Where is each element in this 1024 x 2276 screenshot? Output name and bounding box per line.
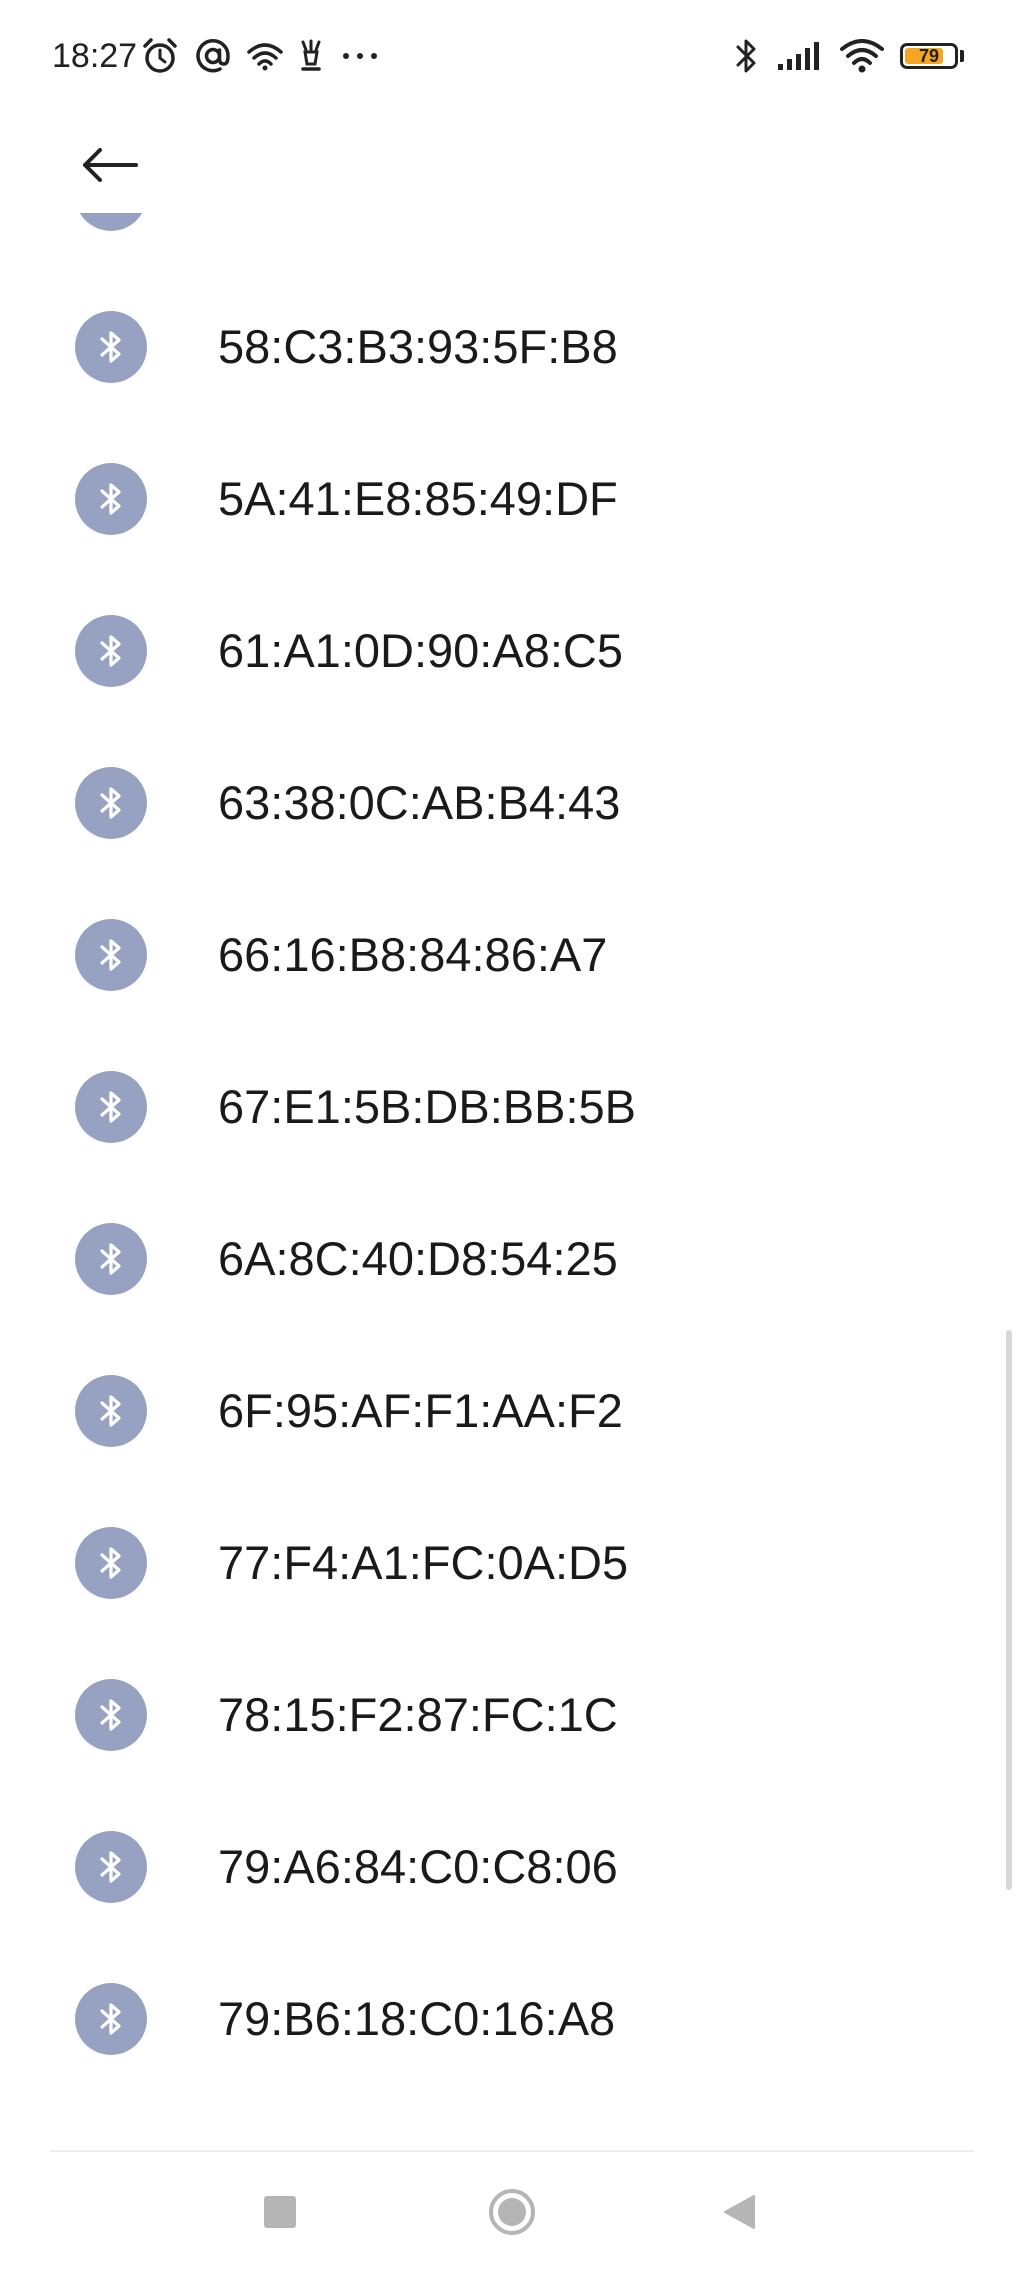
battery-icon: 79 <box>900 43 958 69</box>
bluetooth-icon <box>100 1851 121 1883</box>
device-list-item[interactable]: 67:E1:5B:DB:BB:5B <box>0 1031 1024 1183</box>
bluetooth-icon <box>96 213 126 215</box>
device-name: 61:A1:0D:90:A8:C5 <box>218 624 623 677</box>
header <box>0 115 1024 213</box>
bluetooth-icon <box>100 483 121 515</box>
bluetooth-icon <box>100 1243 121 1275</box>
device-name: 67:E1:5B:DB:BB:5B <box>218 1080 637 1133</box>
device-avatar <box>75 615 147 687</box>
device-name: 77:F4:A1:FC:0A:D5 <box>218 1536 629 1589</box>
device-list-item[interactable]: 58:4D:AC:ED:30:39 <box>0 213 1024 271</box>
device-name: 78:15:F2:87:FC:1C <box>218 1688 618 1741</box>
device-avatar <box>75 463 147 535</box>
device-name: 58:C3:B3:93:5F:B8 <box>218 320 618 373</box>
bluetooth-icon <box>100 1699 121 1731</box>
device-name: 63:38:0C:AB:B4:43 <box>218 776 621 829</box>
recents-square-icon <box>264 2196 296 2228</box>
device-name: 79:B6:18:C0:16:A8 <box>218 1992 616 2045</box>
bluetooth-icon <box>100 331 121 363</box>
home-circle-icon <box>489 2189 535 2235</box>
device-avatar <box>75 1375 147 1447</box>
device-list-viewport[interactable]: 58:4D:AC:ED:30:39 58:C3:B3:93:5F:B8 5A:41:… <box>0 213 1024 2150</box>
device-list-item[interactable]: 61:A1:0D:90:A8:C5 <box>0 575 1024 727</box>
device-avatar <box>75 767 147 839</box>
device-list-item[interactable]: 6F:95:AF:F1:AA:F2 <box>0 1335 1024 1487</box>
status-bar: 18:27 79 <box>0 0 1024 115</box>
status-right-icons: 79 <box>734 34 964 78</box>
device-avatar <box>75 1983 147 2055</box>
at-sign-icon <box>196 39 230 73</box>
device-list-item[interactable]: 77:F4:A1:FC:0A:D5 <box>0 1487 1024 1639</box>
cellular-signal-icon <box>778 42 819 70</box>
bluetooth-icon <box>100 1091 121 1123</box>
back-nav-button[interactable] <box>700 2172 780 2252</box>
wifi-signal-eye-icon <box>247 43 283 71</box>
bluetooth-icon <box>100 1395 121 1427</box>
chess-piece-icon <box>301 39 321 71</box>
bluetooth-icon <box>100 787 121 819</box>
home-button[interactable] <box>472 2172 552 2252</box>
device-list-item[interactable]: 63:38:0C:AB:B4:43 <box>0 727 1024 879</box>
more-dots-icon <box>343 53 377 59</box>
battery-cap <box>960 50 964 62</box>
alarm-icon <box>143 38 177 73</box>
device-avatar <box>75 919 147 991</box>
back-triangle-icon <box>724 2195 755 2229</box>
device-name: 79:A6:84:C0:C8:06 <box>218 1840 618 1893</box>
recents-button[interactable] <box>240 2172 320 2252</box>
device-list-item[interactable]: 79:B6:18:C0:16:A8 <box>0 1943 1024 2095</box>
device-avatar <box>75 1223 147 1295</box>
device-list-item[interactable]: 79:A6:84:C0:C8:06 <box>0 1791 1024 1943</box>
wifi-icon <box>840 39 884 73</box>
bluetooth-icon <box>736 39 756 73</box>
device-list-item[interactable]: 5A:41:E8:85:49:DF <box>0 423 1024 575</box>
device-name: 6A:8C:40:D8:54:25 <box>218 1232 618 1285</box>
battery-level: 79 <box>918 46 940 66</box>
bluetooth-icon <box>100 939 121 971</box>
device-list-item[interactable]: 6A:8C:40:D8:54:25 <box>0 1183 1024 1335</box>
scrollbar[interactable] <box>1006 1330 1012 1890</box>
device-avatar <box>75 1831 147 1903</box>
device-list-item[interactable]: 78:15:F2:87:FC:1C <box>0 1639 1024 1791</box>
device-name: 58:4D:AC:ED:30:39 <box>218 213 631 225</box>
device-name: 66:16:B8:84:86:A7 <box>218 928 608 981</box>
bluetooth-icon <box>100 635 121 667</box>
back-button[interactable] <box>70 130 150 200</box>
device-name: 5A:41:E8:85:49:DF <box>218 472 618 525</box>
device-avatar <box>75 1527 147 1599</box>
status-time: 18:27 <box>52 37 138 75</box>
device-list-item[interactable]: 58:C3:B3:93:5F:B8 <box>0 271 1024 423</box>
device-avatar <box>75 311 147 383</box>
device-name: 6F:95:AF:F1:AA:F2 <box>218 1384 623 1437</box>
device-avatar <box>75 1071 147 1143</box>
bluetooth-icon <box>100 1547 121 1579</box>
device-list: 58:4D:AC:ED:30:39 58:C3:B3:93:5F:B8 5A:41:… <box>0 213 1024 2095</box>
device-avatar <box>75 1679 147 1751</box>
device-list-item[interactable]: 66:16:B8:84:86:A7 <box>0 879 1024 1031</box>
bluetooth-icon <box>100 2003 121 2035</box>
status-left-icons <box>140 34 382 78</box>
navigation-bar <box>0 2152 1024 2276</box>
device-avatar <box>75 213 147 231</box>
arrow-left-icon <box>83 148 138 182</box>
